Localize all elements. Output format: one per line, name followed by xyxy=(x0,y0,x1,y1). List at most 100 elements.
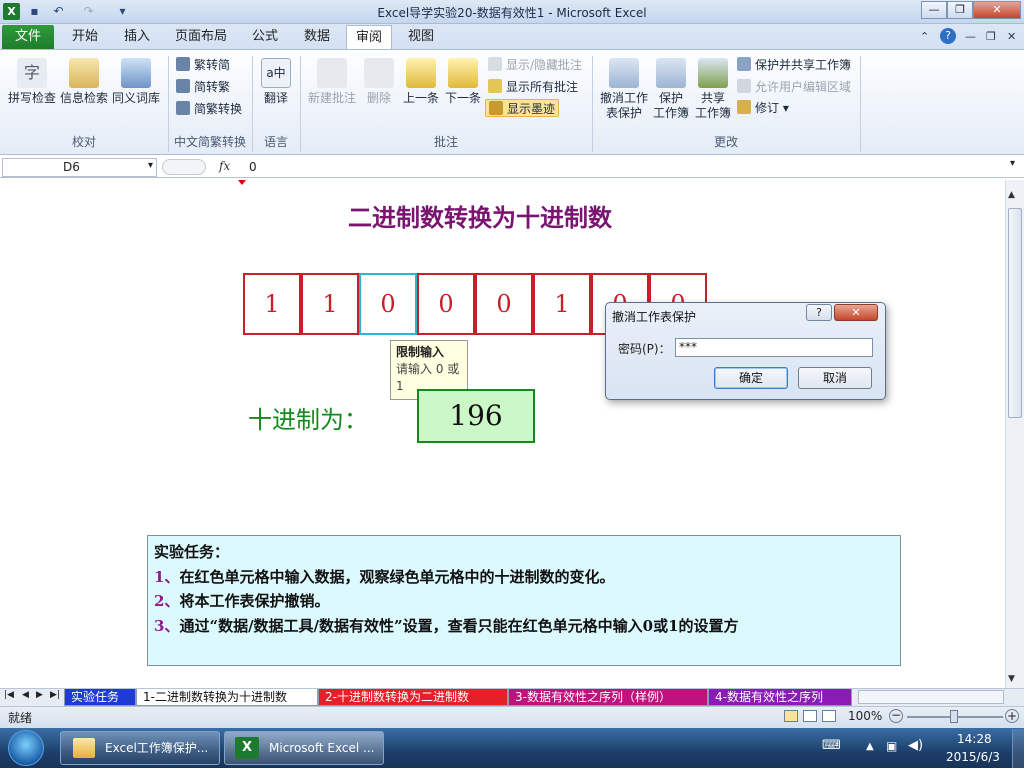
horizontal-scrollbar[interactable] xyxy=(858,690,1004,704)
zoom-slider-thumb[interactable] xyxy=(950,710,958,723)
share-workbook-button[interactable]: 共享 工作簿 xyxy=(692,58,734,121)
password-input[interactable]: *** xyxy=(675,338,873,357)
formula-bar-resizer[interactable] xyxy=(162,159,206,175)
start-button-icon[interactable] xyxy=(8,730,44,766)
tab-review[interactable]: 审阅 xyxy=(346,25,392,49)
allow-edit-button[interactable]: 允许用户编辑区域 xyxy=(737,78,851,96)
sheet-tab-4[interactable]: 4-数据有效性之序列 xyxy=(708,689,852,706)
scroll-thumb[interactable] xyxy=(1008,208,1022,418)
network-icon[interactable]: ▣ xyxy=(886,739,897,753)
vertical-scrollbar[interactable]: ▲ ▼ xyxy=(1005,180,1024,688)
volume-icon[interactable]: ◀) xyxy=(908,738,923,753)
sheet-tab-task[interactable]: 实验任务 xyxy=(64,689,136,706)
taskbar-excel-button[interactable]: X Microsoft Excel ... xyxy=(224,731,384,765)
dialog-help-button[interactable]: ? xyxy=(806,304,832,321)
tab-nav-last-icon[interactable]: ▶| xyxy=(50,690,60,700)
minimize-button[interactable]: — xyxy=(921,1,947,19)
name-box[interactable]: D6 ▾ xyxy=(2,158,157,177)
bit-cell[interactable]: 0 xyxy=(417,273,475,335)
unprotect-sheet-label-2: 表保护 xyxy=(605,106,642,120)
tab-nav-next-icon[interactable]: ▶ xyxy=(36,690,43,700)
bit-cell-selected[interactable]: 0 xyxy=(359,273,417,335)
keyboard-icon[interactable]: ⌨ xyxy=(822,738,841,753)
cancel-button[interactable]: 取消 xyxy=(798,367,872,389)
ok-button[interactable]: 确定 xyxy=(714,367,788,389)
thesaurus-button[interactable]: 同义词库 xyxy=(110,58,162,106)
research-icon xyxy=(69,58,99,88)
protect-share-button[interactable]: 保护并共享工作簿 xyxy=(737,56,851,74)
spell-check-button[interactable]: 字 拼写检查 xyxy=(4,58,60,106)
delete-comment-button[interactable]: 删除 xyxy=(360,58,398,106)
tab-page-layout[interactable]: 页面布局 xyxy=(168,25,234,49)
convert-button[interactable]: 简繁转换 xyxy=(176,100,242,118)
tab-file[interactable]: 文件 xyxy=(2,25,54,49)
page-break-view-icon[interactable] xyxy=(822,710,836,722)
restore-button[interactable]: ❐ xyxy=(947,1,973,19)
task-num: 1、 xyxy=(154,567,180,586)
previous-comment-button[interactable]: 上一条 xyxy=(400,58,442,106)
tab-data[interactable]: 数据 xyxy=(296,25,338,49)
tab-nav-first-icon[interactable]: |◀ xyxy=(4,690,14,700)
to-traditional-button[interactable]: 简转繁 xyxy=(176,78,230,96)
show-hide-comment-button[interactable]: 显示/隐藏批注 xyxy=(488,56,582,74)
help-icon[interactable]: ? xyxy=(940,28,956,44)
research-button[interactable]: 信息检索 xyxy=(58,58,110,106)
decimal-value-cell[interactable]: 196 xyxy=(417,389,535,443)
insert-function-icon[interactable]: fx xyxy=(219,159,230,173)
show-hide-comment-icon xyxy=(488,57,502,71)
scroll-down-icon[interactable]: ▼ xyxy=(1008,674,1015,684)
next-comment-button[interactable]: 下一条 xyxy=(442,58,484,106)
doc-minimize-icon[interactable]: — xyxy=(965,30,976,43)
traditional-icon xyxy=(176,79,190,93)
formula-input[interactable]: 0 xyxy=(249,160,257,174)
show-all-comments-button[interactable]: 显示所有批注 xyxy=(488,78,578,96)
unprotect-sheet-icon xyxy=(609,58,639,88)
tab-nav-prev-icon[interactable]: ◀ xyxy=(22,690,29,700)
bit-cell[interactable]: 0 xyxy=(475,273,533,335)
bit-cell[interactable]: 1 xyxy=(301,273,359,335)
to-simplified-button[interactable]: 繁转简 xyxy=(176,56,230,74)
track-changes-label: 修订 xyxy=(755,101,780,115)
separator xyxy=(860,56,861,152)
new-comment-button[interactable]: 新建批注 xyxy=(304,58,360,106)
show-all-comments-icon xyxy=(488,79,502,93)
tab-insert[interactable]: 插入 xyxy=(114,25,160,49)
zoom-level[interactable]: 100% xyxy=(848,709,882,723)
zoom-out-icon[interactable]: − xyxy=(889,709,903,723)
page-layout-view-icon[interactable] xyxy=(803,710,817,722)
sheet-heading: 二进制数转换为十进制数 xyxy=(348,203,612,232)
chevron-down-icon[interactable]: ▾ xyxy=(148,160,153,171)
close-button[interactable]: ✕ xyxy=(973,1,1021,19)
track-changes-button[interactable]: 修订 ▾ xyxy=(737,99,789,117)
dialog-close-button[interactable]: ✕ xyxy=(834,304,878,321)
translate-button[interactable]: a中 翻译 xyxy=(256,58,296,106)
sheet-tab-3[interactable]: 3-数据有效性之序列（样例） xyxy=(508,689,708,706)
sheet-tab-2[interactable]: 2-十进制数转换为二进制数 xyxy=(318,689,508,706)
taskbar-folder-button[interactable]: Excel工作簿保护... xyxy=(60,731,220,765)
task-textbox[interactable]: 实验任务： 1、在红色单元格中输入数据，观察绿色单元格中的十进制数的变化。 2、… xyxy=(147,535,901,666)
tab-view[interactable]: 视图 xyxy=(398,25,444,49)
normal-view-icon[interactable] xyxy=(784,710,798,722)
show-ink-button[interactable]: 显示墨迹 xyxy=(485,99,560,117)
task-item: 3、通过“数据/数据工具/数据有效性”设置，查看只能在红色单元格中输入0或1的设… xyxy=(154,614,894,639)
show-desktop-button[interactable] xyxy=(1012,729,1024,768)
scroll-up-icon[interactable]: ▲ xyxy=(1008,190,1015,200)
window-title: Excel导学实验20-数据有效性1 - Microsoft Excel xyxy=(377,6,647,20)
tab-formulas[interactable]: 公式 xyxy=(244,25,286,49)
bit-cell[interactable]: 1 xyxy=(243,273,301,335)
doc-close-icon[interactable]: ✕ xyxy=(1007,30,1016,43)
bit-cell[interactable]: 1 xyxy=(533,273,591,335)
unprotect-sheet-button[interactable]: 撤消工作 表保护 xyxy=(596,58,652,121)
doc-restore-icon[interactable]: ❐ xyxy=(986,30,996,43)
clock-date[interactable]: 2015/6/3 xyxy=(946,750,1000,764)
to-simplified-label: 繁转简 xyxy=(194,58,231,72)
sheet-tab-active[interactable]: 1-二进制数转换为十进制数 xyxy=(136,689,318,706)
clock-time[interactable]: 14:28 xyxy=(957,732,992,746)
zoom-in-icon[interactable]: + xyxy=(1005,709,1019,723)
ribbon-minimize-icon[interactable]: ⌃ xyxy=(920,30,929,43)
tab-home[interactable]: 开始 xyxy=(62,25,108,49)
protect-workbook-button[interactable]: 保护 工作簿 xyxy=(650,58,692,121)
group-proofing-label: 校对 xyxy=(71,135,96,149)
tray-arrow-icon[interactable]: ▲ xyxy=(866,741,874,752)
expand-formula-icon[interactable]: ▾ xyxy=(1010,158,1015,169)
